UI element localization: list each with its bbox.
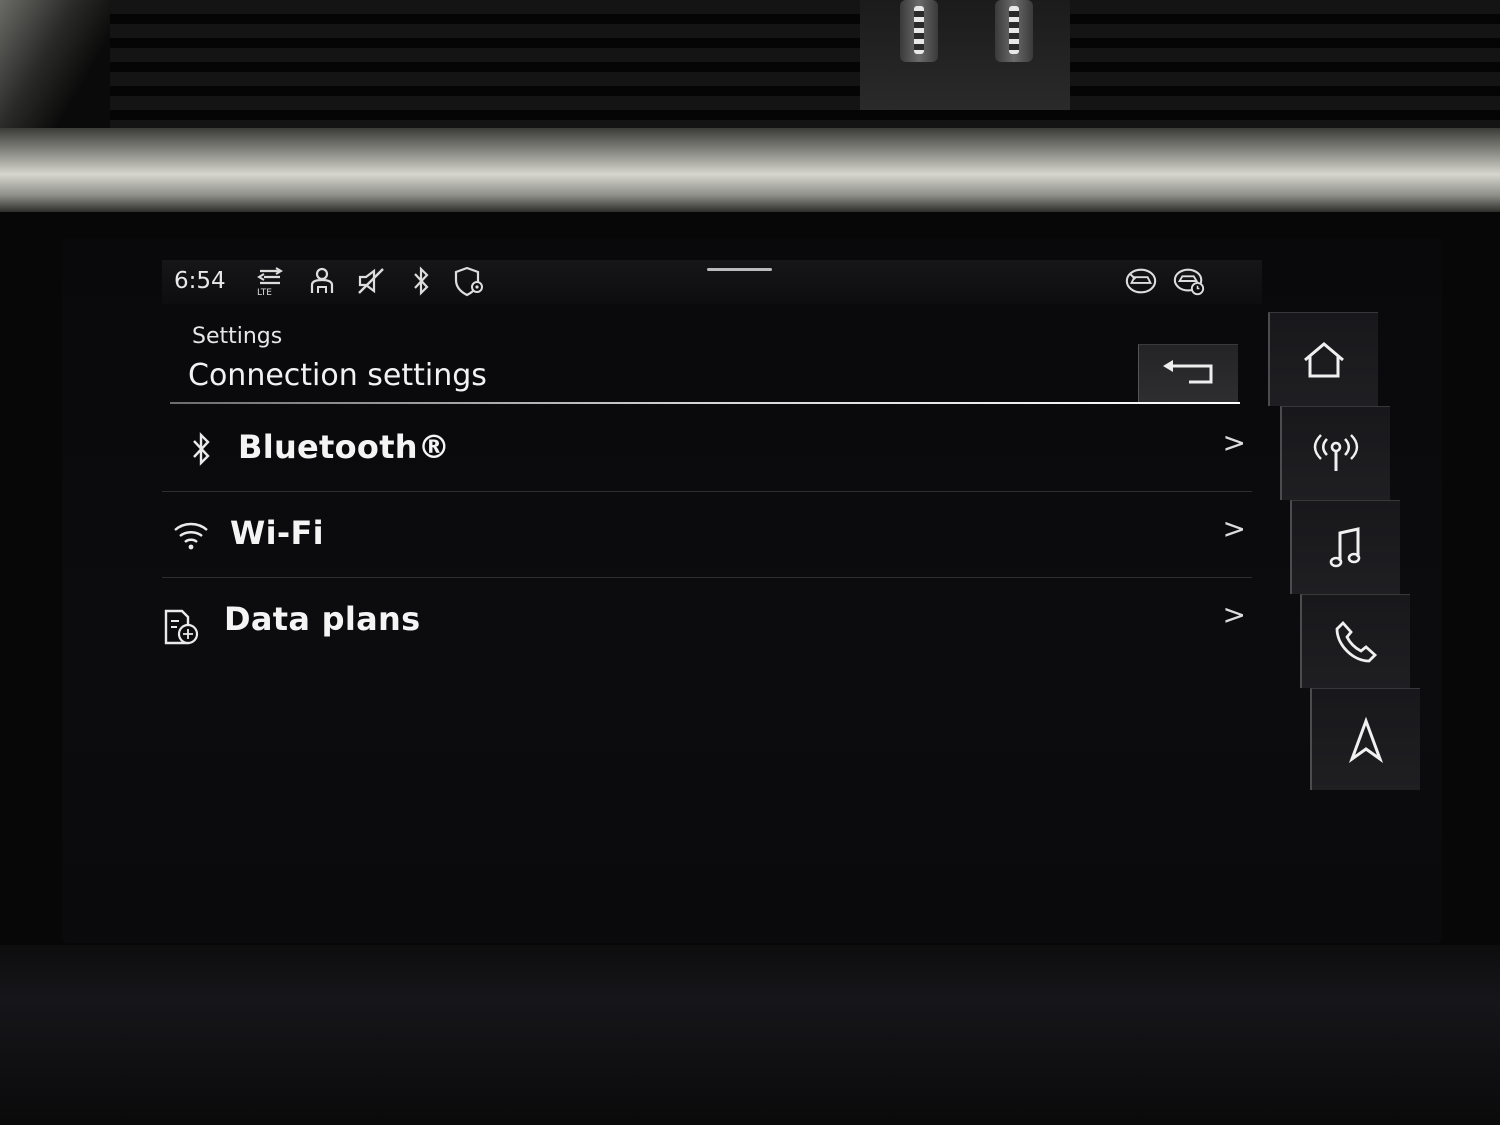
- car-connect-icon: [1124, 264, 1158, 298]
- music-button[interactable]: [1290, 500, 1400, 594]
- car-timer-icon: [1172, 264, 1206, 298]
- list-item-label: Bluetooth®: [238, 428, 451, 466]
- chevron-right-icon: >: [1222, 426, 1246, 459]
- list-item-bluetooth[interactable]: Bluetooth® >: [162, 406, 1252, 492]
- vent-trim-left: [0, 0, 110, 135]
- mute-icon: [354, 264, 388, 298]
- lte-data-icon: LTE: [254, 264, 288, 298]
- bluetooth-status-icon: [404, 264, 438, 298]
- page-title: Connection settings: [188, 358, 487, 393]
- header-divider: [170, 402, 1240, 404]
- chevron-right-icon: >: [1222, 512, 1246, 545]
- music-icon: [1326, 525, 1366, 571]
- vent-knob-left[interactable]: [900, 0, 938, 62]
- phone-icon: [1333, 619, 1379, 665]
- navigation-icon: [1346, 716, 1386, 763]
- radio-button[interactable]: [1280, 406, 1390, 500]
- wifi-icon: [166, 510, 216, 560]
- navigation-button[interactable]: [1310, 688, 1420, 790]
- phone-button[interactable]: [1300, 594, 1410, 688]
- vent-knob-right[interactable]: [995, 0, 1033, 62]
- status-bar[interactable]: 6:54 LTE: [162, 260, 1262, 304]
- dashboard-lower: [0, 945, 1500, 1125]
- main-menu-rail: [1268, 312, 1428, 790]
- bluetooth-icon: [176, 424, 226, 474]
- radio-icon: [1313, 433, 1359, 475]
- dashboard-trim: [0, 128, 1500, 212]
- pull-down-handle[interactable]: [707, 268, 772, 271]
- lte-label: LTE: [257, 288, 272, 296]
- list-item-wifi[interactable]: Wi-Fi >: [162, 492, 1252, 578]
- status-time: 6:54: [174, 268, 226, 294]
- location-shield-icon: [452, 264, 486, 298]
- list-item-label: Wi-Fi: [230, 514, 324, 552]
- chevron-right-icon: >: [1222, 598, 1246, 631]
- infotainment-screen: 6:54 LTE Settings Connection settings Bl…: [62, 238, 1442, 943]
- profile-icon: [305, 264, 339, 298]
- breadcrumb: Settings: [192, 324, 283, 349]
- air-vent: [0, 0, 1500, 135]
- data-plan-icon: [156, 602, 206, 652]
- vent-center-housing: [860, 0, 1070, 110]
- home-button[interactable]: [1268, 312, 1378, 406]
- list-item-label: Data plans: [224, 600, 421, 638]
- back-arrow-icon: [1159, 358, 1219, 390]
- home-icon: [1301, 340, 1347, 380]
- list-item-data-plans[interactable]: Data plans >: [162, 578, 1252, 664]
- back-button[interactable]: [1138, 344, 1238, 402]
